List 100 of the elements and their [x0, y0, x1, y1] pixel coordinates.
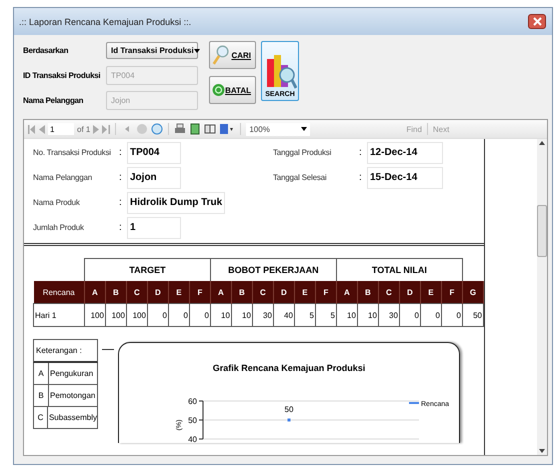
column-header: F [441, 281, 462, 304]
column-header: D [399, 281, 420, 304]
legend-code: C [34, 407, 48, 428]
legend-code: A [34, 363, 49, 384]
table-cell: 0 [168, 304, 190, 326]
table-cell: 30 [378, 304, 400, 326]
info-value: TP004 [127, 142, 181, 164]
column-header: C [126, 281, 148, 304]
column-header: F [315, 281, 336, 304]
info-value: Jojon [127, 166, 181, 188]
previous-page-icon[interactable] [39, 124, 45, 134]
y-tick-label: 40 [188, 435, 197, 443]
close-button[interactable] [528, 14, 546, 29]
legend-text: Subassembly [48, 412, 97, 424]
table-cell: 10 [336, 304, 358, 326]
page-layout-icon[interactable] [189, 123, 202, 135]
table-cell: 100 [126, 304, 148, 326]
column-header: A [84, 281, 106, 304]
legend-line-icon [409, 402, 419, 404]
column-header: E [168, 281, 190, 304]
table-cell: 10 [231, 304, 252, 326]
colon: : [119, 222, 123, 233]
column-header: D [273, 281, 294, 304]
field-label: Nama Pelanggan [23, 96, 84, 105]
info-label: Jumlah Produk [33, 223, 85, 232]
colon: : [119, 197, 123, 208]
cancel-button[interactable]: BATAL [209, 76, 256, 104]
legend-title: Keterangan : [33, 339, 98, 363]
column-header: A [210, 281, 232, 304]
dropdown-field[interactable]: Id Transaksi Produksi [106, 42, 198, 59]
table-cell: 5 [294, 304, 316, 326]
zoom-dropdown[interactable]: 100% [246, 122, 310, 136]
table-cell: 100 [105, 304, 126, 326]
scroll-up-icon[interactable] [539, 141, 545, 145]
legend-code: B [34, 385, 49, 406]
caret-icon [301, 127, 308, 131]
column-header: A [336, 281, 358, 304]
y-tick-label: 60 [188, 397, 197, 406]
table-cell: 30 [252, 304, 274, 326]
legend-text: Pengukuran [49, 368, 94, 380]
vertical-scrollbar[interactable] [537, 139, 547, 455]
window-title: .:: Laporan Rencana Kemajuan Produksi ::. [19, 16, 192, 26]
info-label: Nama Pelanggan [33, 173, 94, 182]
table-cell: 0 [189, 304, 210, 326]
table-cell: 40 [273, 304, 294, 326]
field-label: ID Transaksi Produksi [23, 71, 102, 80]
column-header: C [378, 281, 400, 304]
column-header: Rencana [34, 281, 84, 304]
magnifier-icon [212, 43, 232, 67]
close-icon [532, 17, 542, 26]
last-page-icon[interactable] [102, 124, 110, 134]
colon: : [359, 172, 363, 183]
info-value: 12-Dec-14 [367, 142, 443, 164]
info-value: Hidrolik Dump Truk [127, 192, 226, 214]
colon: : [119, 147, 123, 158]
table-cell: 0 [147, 304, 168, 326]
column-header: B [357, 281, 378, 304]
info-label: Nama Produk [33, 198, 81, 207]
column-header: B [105, 281, 126, 304]
row-label: Hari 1 [34, 304, 84, 326]
scroll-thumb[interactable] [537, 205, 547, 257]
print-icon[interactable] [174, 123, 186, 135]
colon: : [359, 147, 363, 158]
table-cell: 0 [399, 304, 420, 326]
legend-text: Pemotongan [49, 390, 96, 402]
column-header: E [294, 281, 316, 304]
field-label: Berdasarkan [23, 46, 70, 55]
info-label: Tanggal Selesai [273, 173, 328, 182]
first-page-icon[interactable] [28, 124, 36, 134]
export-icon[interactable] [219, 123, 236, 135]
next-page-icon[interactable] [93, 124, 100, 134]
column-header: C [252, 281, 274, 304]
table-cell: 0 [441, 304, 462, 326]
column-header: B [231, 281, 252, 304]
chart-title: Grafik Rencana Kemajuan Produksi [212, 363, 366, 373]
data-label: 50 [284, 405, 294, 414]
table-cell: 100 [84, 304, 106, 326]
refresh-icon[interactable] [151, 123, 164, 135]
info-label: No. Transaksi Produksi [33, 148, 112, 157]
column-header: G [462, 281, 484, 304]
column-header: D [147, 281, 168, 304]
table-cell: 10 [357, 304, 378, 326]
y-tick-label: 50 [188, 416, 197, 425]
table-cell: 5 [315, 304, 336, 326]
column-header: F [189, 281, 210, 304]
page-setup-icon[interactable] [204, 123, 216, 135]
column-header: E [420, 281, 442, 304]
scroll-down-icon[interactable] [539, 449, 545, 453]
table-cell: 10 [210, 304, 232, 326]
colon: : [119, 172, 123, 183]
table-cell: 0 [420, 304, 442, 326]
table-cell: 50 [462, 304, 484, 326]
page-number-field[interactable]: 1 [48, 123, 74, 135]
info-value: 1 [127, 216, 181, 238]
page-count: of 1 [77, 124, 90, 134]
info-value: 15-Dec-14 [367, 166, 443, 188]
info-label: Tanggal Produksi [273, 148, 332, 157]
y-axis [198, 400, 204, 440]
find-button[interactable]: CARI [209, 41, 256, 69]
caret-icon [194, 48, 200, 52]
